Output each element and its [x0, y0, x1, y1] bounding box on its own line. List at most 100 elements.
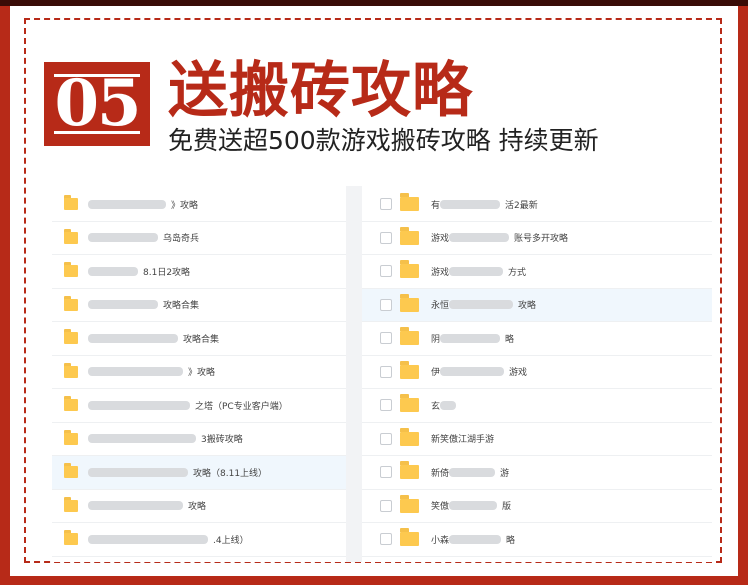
file-name: 版 — [502, 502, 512, 513]
file-row[interactable]: 乌岛奇兵 — [52, 222, 346, 255]
row-checkbox[interactable] — [380, 399, 392, 412]
file-name: 游戏 — [431, 267, 450, 278]
file-row[interactable]: 笑傲 版 — [362, 490, 712, 523]
file-name: 玄 — [431, 401, 441, 412]
row-checkbox[interactable] — [380, 298, 392, 311]
panel-divider — [346, 186, 362, 562]
file-name: 阴 — [431, 334, 441, 345]
file-row[interactable]: 玄 — [362, 389, 712, 423]
redacted-text — [449, 467, 496, 477]
file-name: 有 — [431, 200, 441, 211]
file-row[interactable]: 有 活2最新 — [362, 188, 712, 222]
redacted-text — [88, 367, 183, 377]
file-name: 略 — [505, 334, 515, 345]
file-name: 方式 — [508, 267, 527, 278]
redacted-text — [88, 501, 183, 511]
row-checkbox[interactable] — [380, 499, 392, 512]
badge-bottom-rule — [54, 131, 140, 134]
file-row[interactable]: 8.1日2攻略 — [52, 255, 346, 289]
file-name: 小森 — [431, 535, 450, 546]
file-name: 活2最新 — [505, 200, 538, 211]
file-row[interactable]: 之塔（PC专业客户端） — [52, 389, 346, 423]
folder-icon — [400, 427, 419, 446]
row-checkbox[interactable] — [380, 231, 392, 244]
file-row[interactable]: .4上线） — [52, 523, 346, 557]
file-name: .4上线） — [213, 535, 249, 546]
row-checkbox[interactable] — [380, 533, 392, 546]
file-name: 新笑傲江湖手游 — [431, 435, 495, 446]
redacted-text — [440, 199, 501, 209]
folder-icon — [64, 496, 78, 512]
redacted-text — [449, 300, 514, 310]
file-row[interactable]: 攻略（8.11上线） — [52, 456, 346, 490]
folder-icon — [64, 396, 78, 412]
right-file-list: 有活2最新 游戏 账号多开攻略 游戏 方式 永恒 攻略阴略伊游戏玄新笑傲江湖手游 新倚游笑傲版… — [362, 188, 712, 562]
main-title: 送搬砖攻略 — [168, 56, 473, 126]
folder-icon — [64, 262, 78, 278]
folder-icon — [400, 461, 419, 480]
folder-icon — [64, 429, 78, 445]
file-name: 新倚 — [431, 468, 450, 479]
file-name: 笑傲 — [431, 502, 450, 513]
redacted-text — [88, 300, 158, 310]
file-name: 》攻略 — [188, 368, 216, 379]
row-checkbox[interactable] — [380, 332, 392, 345]
file-name: 攻略合集 — [163, 301, 200, 312]
folder-icon — [400, 327, 419, 346]
folder-icon — [64, 329, 78, 345]
file-row[interactable]: 攻略合集 — [52, 322, 346, 356]
file-name: 游戏 — [509, 368, 528, 379]
folder-icon — [64, 195, 78, 211]
redacted-text — [440, 400, 457, 410]
left-file-list: 》攻略 乌岛奇兵 8.1日2攻略 攻略合集 攻略合集 》攻略 之塔（PC专业客户端） 3搬砖攻… — [52, 188, 346, 562]
file-row[interactable]: 》攻略 — [52, 188, 346, 222]
folder-icon — [400, 394, 419, 413]
folder-icon — [64, 295, 78, 311]
folder-icon — [64, 463, 78, 479]
folder-icon — [400, 494, 419, 513]
file-name: 攻略 — [518, 301, 537, 312]
row-checkbox[interactable] — [380, 466, 392, 479]
file-name: 攻略（8.11上线） — [193, 468, 268, 479]
file-name: 攻略合集 — [183, 334, 220, 345]
subtitle: 免费送超500款游戏搬砖攻略 持续更新 — [168, 126, 599, 155]
file-row[interactable]: 小森 略 — [362, 523, 712, 557]
folder-icon — [400, 226, 419, 245]
row-checkbox[interactable] — [380, 432, 392, 445]
folder-icon — [64, 228, 78, 244]
file-row[interactable]: 新笑傲江湖手游 — [362, 423, 712, 456]
file-name: 略 — [506, 535, 516, 546]
folder-icon — [400, 293, 419, 312]
file-name: 永恒 — [431, 301, 450, 312]
file-row[interactable]: 阴略 — [362, 322, 712, 356]
row-checkbox[interactable] — [380, 198, 392, 211]
file-row[interactable]: 游戏 方式 — [362, 255, 712, 289]
file-row[interactable]: 攻略 — [52, 490, 346, 523]
file-name: 乌岛奇兵 — [163, 234, 200, 245]
folder-icon — [64, 530, 78, 546]
row-checkbox[interactable] — [380, 365, 392, 378]
redacted-text — [88, 199, 166, 209]
redacted-text — [449, 501, 498, 511]
file-row[interactable]: 攻略合集 — [52, 289, 346, 322]
redacted-text — [440, 367, 505, 377]
row-checkbox[interactable] — [380, 265, 392, 278]
redacted-text — [88, 467, 188, 477]
file-row[interactable]: 永恒 攻略 — [362, 288, 712, 322]
file-name: 攻略 — [188, 502, 207, 513]
file-name: 》攻略 — [171, 200, 199, 211]
file-row[interactable]: 新倚 游 — [362, 456, 712, 490]
file-row[interactable]: 3搬砖攻略 — [52, 423, 346, 456]
file-name: 之塔（PC专业客户端） — [195, 401, 288, 412]
redacted-text — [88, 266, 138, 276]
redacted-text — [449, 266, 504, 276]
file-row[interactable]: 》攻略 — [52, 356, 346, 389]
section-number-badge: 05 — [44, 62, 150, 146]
file-name: 账号多开攻略 — [514, 234, 569, 245]
file-row[interactable]: 伊 游戏 — [362, 356, 712, 389]
file-row[interactable]: 游戏 账号多开攻略 — [362, 222, 712, 255]
redacted-text — [88, 333, 178, 343]
file-name: 8.1日2攻略 — [143, 267, 191, 278]
file-name: 游 — [500, 468, 510, 479]
folder-icon — [400, 193, 419, 212]
